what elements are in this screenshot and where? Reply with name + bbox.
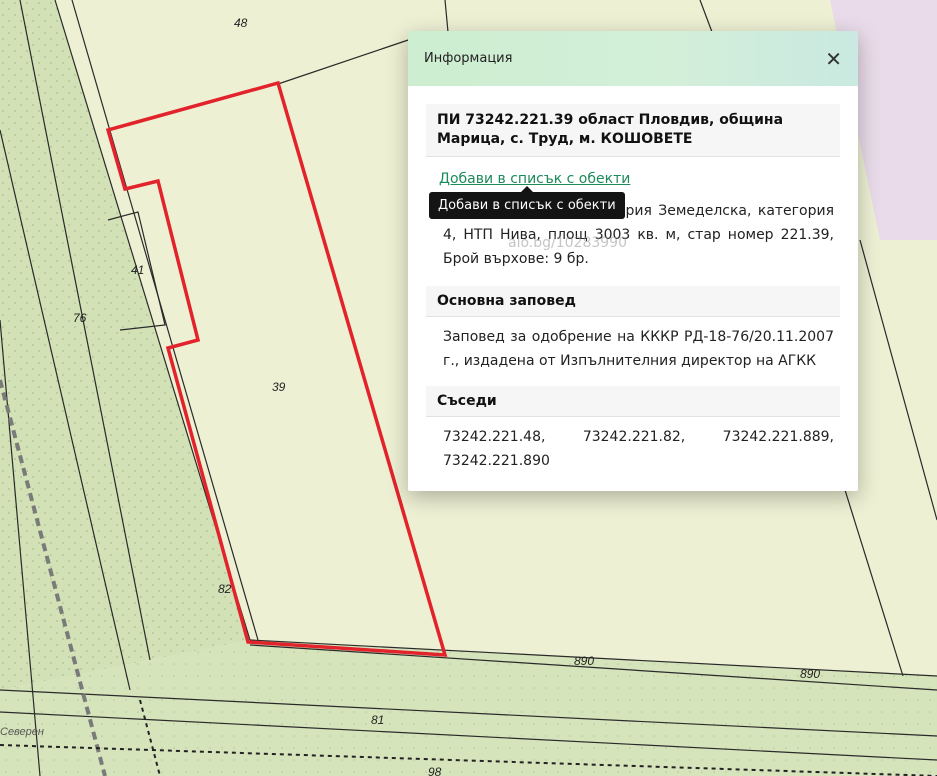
add-to-list-link[interactable]: Добави в списък с обекти [439,171,630,187]
watermark: alo.bg/10283990 [508,235,627,251]
neighbor-link[interactable]: 73242.221.890 [426,449,840,473]
parcel-label-76: 76 [73,311,87,325]
info-panel: Информация ✕ ПИ 73242.221.39 област Плов… [408,31,858,491]
parcel-label-48: 48 [234,16,248,30]
neighbors-row: 73242.221.48, 73242.221.82, 73242.221.88… [426,425,840,449]
order-text: Заповед за одобрение на КККР РД-18-76/20… [443,329,834,369]
parcel-label-82: 82 [218,582,232,596]
info-panel-title: Информация [424,51,513,66]
parcel-heading: ПИ 73242.221.39 област Пловдив, община М… [426,104,840,157]
neighbor-link[interactable]: 73242.221.82, [583,425,685,449]
parcel-label-98: 98 [428,765,442,776]
close-icon[interactable]: ✕ [825,49,842,69]
street-label: Северен [0,726,44,738]
parcel-label-890-right: 890 [800,667,820,681]
parcel-label-81: 81 [371,713,384,727]
parcel-label-890-left: 890 [574,654,594,668]
parcel-label-41: 41 [131,263,144,277]
parcel-label-39: 39 [272,380,286,394]
add-to-list-tooltip: Добави в списък с обекти [429,186,625,219]
neighbor-link[interactable]: 73242.221.48, [443,425,545,449]
order-heading: Основна заповед [426,286,840,317]
info-panel-body: ПИ 73242.221.39 област Пловдив, община М… [408,86,858,473]
info-panel-header: Информация ✕ [408,31,858,86]
neighbors-heading: Съседи [426,386,840,417]
neighbor-link[interactable]: 73242.221.889, [723,425,834,449]
